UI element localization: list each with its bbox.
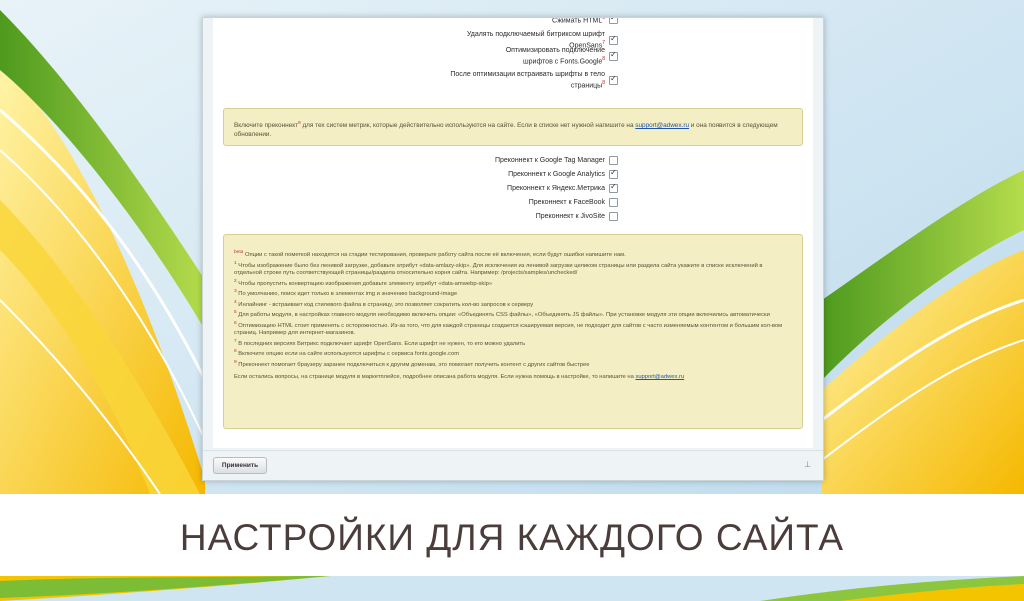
note-item: 3 По умолчанию, поиск идет только в элем… — [234, 289, 458, 298]
preconnect-jivosite[interactable]: Преконнект к JivoSite — [213, 212, 618, 221]
support-email-link[interactable]: support@adwex.ru — [635, 374, 684, 380]
option-label: Сжимать HTML6 — [552, 17, 605, 25]
checkbox[interactable] — [609, 168, 618, 179]
preconnect-google-analytics[interactable]: Преконнект к Google Analytics — [213, 168, 618, 179]
checkbox[interactable] — [609, 198, 618, 207]
support-email-link[interactable]: support@adwex.ru — [635, 122, 689, 129]
note-item: beta Опции с такой пометкой находятся на… — [234, 250, 626, 258]
option-label: Преконнект к JivoSite — [535, 213, 605, 220]
note-item: 1 Чтобы изображение было без ленивой заг… — [234, 260, 763, 277]
checkbox[interactable] — [609, 74, 618, 85]
preconnect-facebook[interactable]: Преконнект к FaceBook — [213, 198, 618, 207]
pin-icon[interactable]: ⊥ — [804, 460, 811, 469]
note-item: 8 Включите опцию если на сайте использую… — [234, 349, 460, 358]
note-item: 6 Оптимизацию HTML стоит применять с ост… — [234, 320, 783, 337]
note-item: 7 В последних версиях Битрикс подключает… — [234, 338, 526, 347]
option-label: Преконнект к Яндекс.Метрика — [507, 185, 605, 192]
banner-title: НАСТРОЙКИ ДЛЯ КАЖДОГО САЙТА — [179, 517, 845, 558]
checkbox[interactable] — [609, 34, 618, 45]
notes-box: beta Опции с такой пометкой находятся на… — [223, 234, 803, 429]
checkbox[interactable] — [609, 50, 618, 61]
apply-button[interactable]: Применить — [213, 457, 267, 474]
bottom-decoration — [0, 576, 1024, 601]
preconnect-google-tag-manager[interactable]: Преконнект к Google Tag Manager — [213, 156, 618, 165]
note-item: 2 Чтобы пропустить конвертацию изображен… — [234, 278, 493, 287]
preconnect-yandex-metrika[interactable]: Преконнект к Яндекс.Метрика — [213, 182, 618, 193]
checkbox[interactable] — [609, 212, 618, 221]
checkbox[interactable] — [609, 18, 618, 25]
option-inline-fonts[interactable]: После оптимизации встраивать шрифты в те… — [213, 70, 618, 90]
option-optimize-google-fonts[interactable]: Оптимизировать подключение шрифтов с Fon… — [213, 46, 618, 66]
checkbox[interactable] — [609, 182, 618, 193]
note-item: 5 Для работы модуля, в настройках главно… — [234, 310, 770, 319]
settings-content: Сжимать HTML6 Удалять подключаемый битри… — [213, 18, 813, 448]
option-compress-html[interactable]: Сжимать HTML6 — [213, 17, 618, 25]
option-label: Преконнект к Google Tag Manager — [494, 157, 605, 164]
option-label: Оптимизировать подключение шрифтов с Fon… — [505, 47, 605, 66]
note-item: 9 Преконнект помогает браузеру заранее п… — [234, 359, 590, 368]
preconnect-notice: Включите преконнект9 для тех систем метр… — [223, 108, 803, 146]
option-label: Преконнект к Google Analytics — [508, 171, 605, 178]
option-label: Преконнект к FaceBook — [528, 199, 605, 206]
option-label: После оптимизации встраивать шрифты в те… — [450, 71, 605, 90]
help-line: Если остались вопросы, на странице модул… — [234, 374, 685, 381]
note-item: 4 Инлайнинг - встраивает код стилевого ф… — [234, 299, 534, 308]
settings-panel: Сжимать HTML6 Удалять подключаемый битри… — [202, 17, 824, 481]
checkbox[interactable] — [609, 156, 618, 165]
panel-footer: Применить ⊥ — [203, 450, 823, 480]
